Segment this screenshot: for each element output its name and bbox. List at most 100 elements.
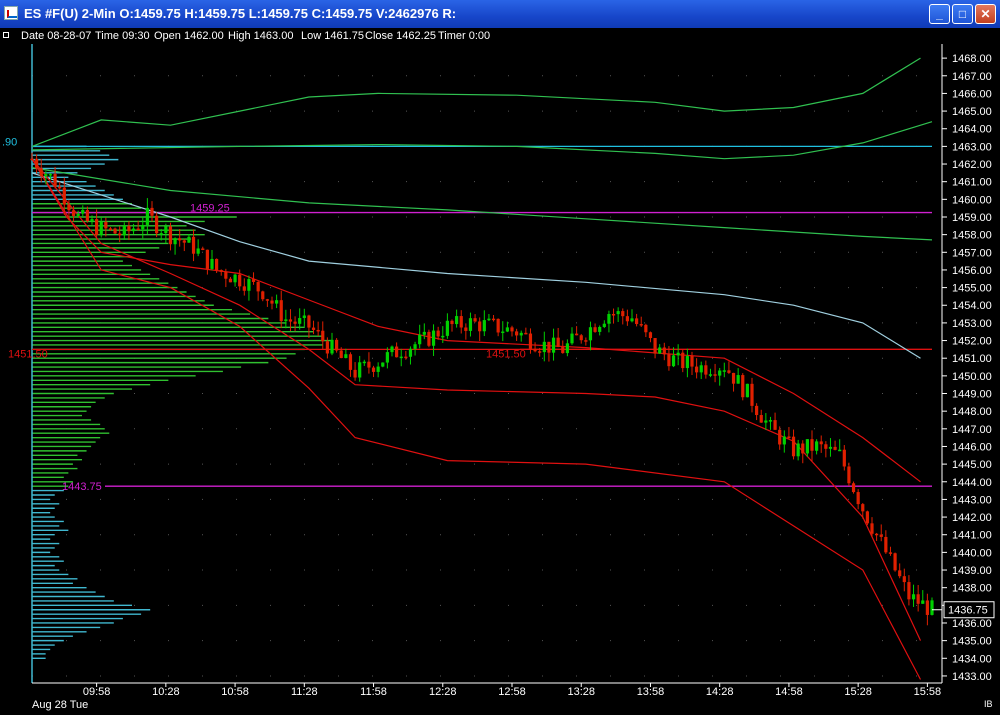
candle-body [127,225,131,232]
y-tick-label: 1452.00 [952,336,992,348]
candle-body [238,274,242,287]
info-date: Date 08-28-07 [21,30,92,42]
candle-body [450,320,454,325]
candle-body [478,321,482,332]
candle-body [611,314,616,316]
y-tick-label: 1458.00 [952,230,992,242]
candle-body [667,354,671,367]
price-chart[interactable]: .90 1459.25 1451.50 1451.50 1443.75 1433.00 14… [0,44,1000,715]
candle-body [335,339,339,351]
candle-body [491,318,496,321]
candle-body [755,405,759,416]
candle-body [339,350,343,359]
candle-body [570,333,574,344]
candle-body [30,158,34,161]
minimize-button[interactable]: _ [929,4,950,24]
close-button[interactable]: ✕ [975,4,996,24]
maximize-button[interactable]: □ [952,4,973,24]
candle-body [445,320,449,336]
candle-body [316,329,320,332]
candle-body [67,204,71,211]
candle-body [593,327,597,332]
candle-body [930,600,934,615]
candle-body [851,483,856,493]
candle-body [907,582,911,600]
candle-body [441,335,445,338]
candle-body [53,174,57,187]
candle-body [524,332,528,335]
candle-body [533,348,537,352]
candle-body [588,327,593,341]
x-tick-label: 10:58 [221,686,249,698]
window-title: ES #F(U) 2-Min O:1459.75 H:1459.75 L:145… [24,6,457,21]
candle-body [856,492,860,505]
candle-body [150,207,154,216]
y-tick-label: 1456.00 [952,265,992,277]
candle-body [875,533,879,536]
candle-body [228,278,233,283]
candle-body [722,370,726,372]
candle-body [168,226,173,245]
y-tick-label: 1466.00 [952,88,992,100]
candle-body [699,365,703,373]
candle-body [376,366,380,372]
x-tick-label: 12:28 [429,686,457,698]
candle-body [113,228,117,234]
candle-body [644,324,648,333]
candle-body [251,279,256,282]
candle-body [847,466,851,484]
y-tick-label: 1434.00 [952,653,992,665]
y-tick-label: 1440.00 [952,547,992,559]
candle-body [395,346,399,358]
candle-body [242,286,246,291]
candle-body [556,337,560,347]
candle-body [288,319,293,322]
candle-body [741,375,745,398]
y-tick-label: 1447.00 [952,424,992,436]
candle-body [759,415,763,423]
y-tick-label: 1445.00 [952,459,992,471]
x-tick-label: 11:28 [291,686,318,698]
candle-body [690,355,694,367]
y-tick-label: 1461.00 [952,177,992,189]
info-close: Close 1462.25 [365,30,436,42]
price-level-label: 1451.50 [8,348,48,360]
indicator-band-line [31,172,921,359]
candle-body [99,221,103,236]
y-tick-label: 1464.00 [952,124,992,136]
candle-body [713,374,717,376]
candle-body [178,238,182,241]
candle-body [108,228,113,230]
candle-body [344,354,348,359]
candle-body [607,314,611,324]
window-title-bar[interactable]: ES #F(U) 2-Min O:1459.75 H:1459.75 L:145… [0,0,1000,28]
candle-body [515,331,519,336]
candle-body [764,420,768,423]
candle-body [159,233,163,235]
candle-body [824,444,828,449]
x-tick-label: 14:58 [775,686,803,698]
candle-body [685,355,689,369]
candle-body [519,332,523,336]
y-tick-label: 1443.00 [952,494,992,506]
candle-body [815,441,819,451]
candle-body [828,446,833,449]
y-tick-label: 1463.00 [952,141,992,153]
candle-body [736,375,740,384]
candle-body [681,352,685,369]
candle-body [155,215,159,234]
candle-body [671,355,676,367]
candle-body [639,324,643,326]
candle-body [635,318,639,325]
candle-body [782,436,786,445]
candle-body [778,429,782,445]
date-label: Aug 28 Tue [32,699,88,711]
candle-body [884,536,888,553]
candle-body [422,331,426,335]
candle-body [482,320,486,332]
y-tick-label: 1449.00 [952,389,992,401]
y-tick-label: 1451.00 [952,353,992,365]
app-chart-icon [4,6,18,20]
candle-body [182,240,186,243]
indicator-band-line [31,121,933,160]
